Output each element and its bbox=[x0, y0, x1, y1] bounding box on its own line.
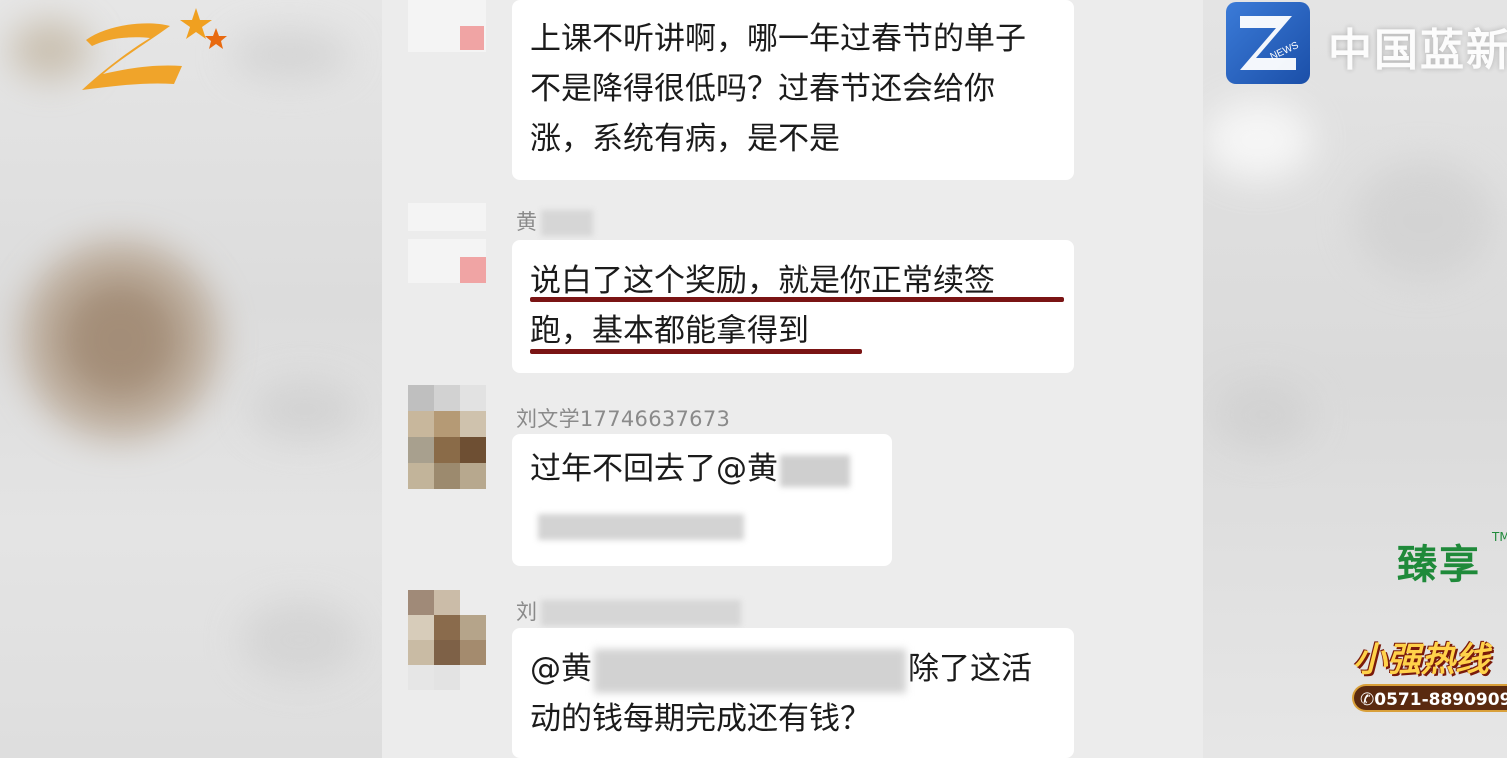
mention-blur bbox=[780, 454, 850, 487]
blurred-shape bbox=[1203, 100, 1313, 180]
mention-blur bbox=[594, 648, 906, 693]
blurred-shape bbox=[240, 600, 360, 680]
blurred-background-left bbox=[0, 0, 382, 758]
blurred-shape bbox=[60, 280, 180, 400]
sponsor-logo: 臻享 bbox=[1397, 542, 1481, 588]
avatar-gap bbox=[408, 231, 486, 239]
sender-name: 刘文学17746637673 bbox=[516, 407, 731, 431]
avatar-blurred bbox=[408, 0, 486, 52]
message-bubble[interactable]: @黄 除了这活动的钱每期完成还有钱？ bbox=[512, 628, 1074, 758]
name-blur bbox=[541, 210, 594, 236]
red-underline bbox=[530, 349, 862, 354]
name-blur bbox=[541, 600, 742, 626]
red-underline bbox=[530, 297, 1064, 302]
blurred-shape bbox=[1353, 160, 1493, 280]
blurred-shape bbox=[1213, 380, 1313, 450]
message-text: 说白了这个奖励，就是你正常续签跑，基本都能拿得到 bbox=[530, 263, 995, 349]
zhejiang-tv-logo-icon bbox=[82, 8, 227, 90]
blurred-shape bbox=[250, 380, 360, 440]
avatar-pixel bbox=[460, 257, 486, 283]
hotline-phone-number: 0571-8890909 bbox=[1374, 690, 1507, 710]
avatar-pixel bbox=[460, 26, 484, 50]
message-text: 上课不听讲啊，哪一年过春节的单子不是降得很低吗？过春节还会给你涨，系统有病，是不… bbox=[530, 21, 1026, 157]
sender-name: 黄 bbox=[516, 206, 594, 236]
avatar-pixelated bbox=[408, 590, 486, 690]
redacted-text bbox=[538, 514, 744, 540]
phone-icon: ✆ bbox=[1360, 690, 1375, 710]
message-bubble[interactable]: 过年不回去了@黄 bbox=[512, 434, 892, 566]
message-bubble[interactable]: 上课不听讲啊，哪一年过春节的单子不是降得很低吗？过春节还会给你涨，系统有病，是不… bbox=[512, 0, 1074, 180]
avatar-pixelated bbox=[408, 385, 486, 489]
hotline-title: 小强热线 bbox=[1353, 640, 1489, 680]
message-text-start: @黄 bbox=[530, 651, 592, 687]
z-mark-icon: NEWS bbox=[1240, 16, 1301, 70]
news-title: 中国蓝新闻 bbox=[1328, 25, 1507, 76]
hotline-phone: ✆0571-8890909 bbox=[1352, 684, 1507, 712]
sender-name-text: 黄 bbox=[516, 210, 538, 234]
blurred-shape bbox=[230, 30, 350, 80]
news-logo-icon: NEWS bbox=[1226, 2, 1310, 84]
avatar-blurred bbox=[408, 203, 486, 283]
sender-name-text: 刘 bbox=[516, 600, 538, 624]
trademark: TM bbox=[1492, 530, 1507, 544]
message-text: 过年不回去了@黄 bbox=[530, 451, 778, 487]
sender-name: 刘 bbox=[516, 596, 742, 626]
